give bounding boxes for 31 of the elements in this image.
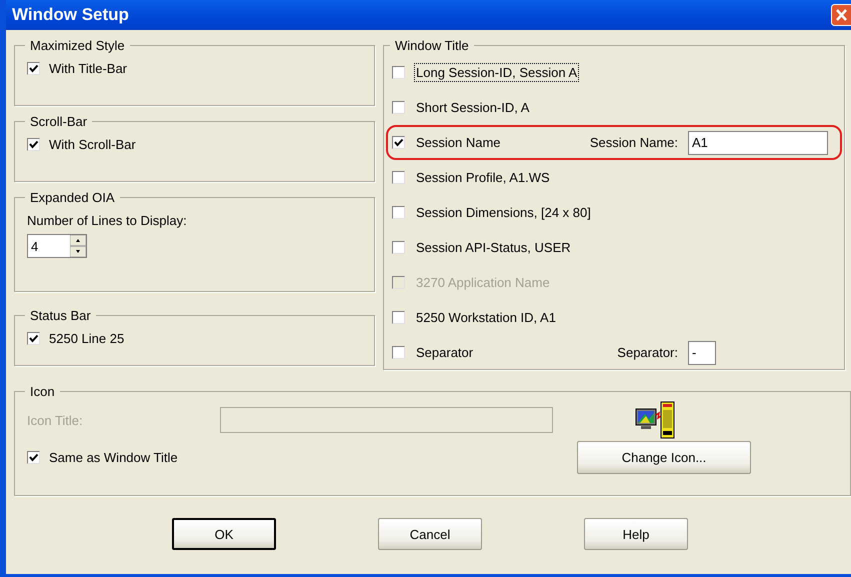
checkbox-label: 5250 Workstation ID, A1 xyxy=(415,309,557,327)
field-label: Session Name: xyxy=(588,135,678,150)
checkbox-label: Session API-Status, USER xyxy=(415,239,572,257)
checkbox-label: Separator xyxy=(415,344,474,362)
group-title: Icon xyxy=(29,384,56,399)
checkbox-label: Session Profile, A1.WS xyxy=(415,169,551,187)
dialog-button[interactable]: Cancel xyxy=(378,518,482,550)
checkbox-label: Same as Window Title xyxy=(49,450,178,465)
spinner-field[interactable]: 4 xyxy=(27,234,87,258)
checkbox-label: Session Dimensions, [24 x 80] xyxy=(415,204,592,222)
field-label: Icon Title: xyxy=(27,412,84,428)
group-title: Maximized Style xyxy=(29,38,126,53)
checkbox-label: With Title-Bar xyxy=(49,61,128,76)
checkbox-label: 5250 Line 25 xyxy=(49,331,124,346)
group-title: Scroll-Bar xyxy=(29,114,88,129)
group-title: Expanded OIA xyxy=(29,190,116,205)
window-title: Window Setup xyxy=(12,5,129,25)
group-title: Status Bar xyxy=(29,308,92,323)
checkbox-label: Session Name xyxy=(415,134,502,152)
dialog-button[interactable]: Help xyxy=(584,518,688,550)
text-field[interactable]: - xyxy=(688,340,716,364)
group-title: Window Title xyxy=(394,38,470,53)
checkbox-label: Long Session-ID, Session A xyxy=(414,63,580,82)
field-label: Separator: xyxy=(616,345,678,360)
field-label: Number of Lines to Display: xyxy=(27,213,188,228)
text-field[interactable]: A1 xyxy=(688,130,828,154)
checkbox-label: Short Session-ID, A xyxy=(415,99,530,117)
checkbox-label: With Scroll-Bar xyxy=(49,137,136,152)
checkbox-label: 3270 Application Name xyxy=(415,274,551,292)
change-icon-button[interactable]: Change Icon... xyxy=(577,441,751,474)
dialog-button[interactable]: OK xyxy=(172,518,276,550)
